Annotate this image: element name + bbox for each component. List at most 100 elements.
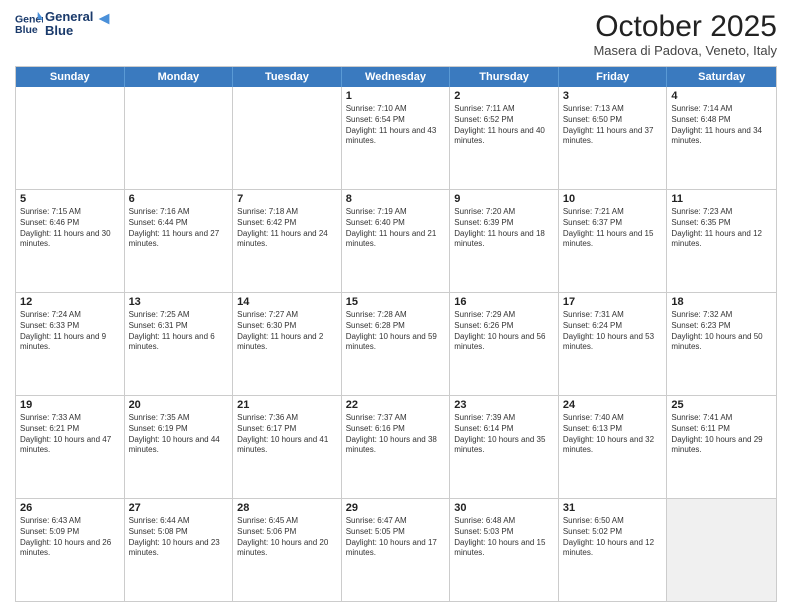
calendar-cell: 12Sunrise: 7:24 AMSunset: 6:33 PMDayligh…: [16, 293, 125, 395]
day-info: Sunrise: 6:45 AMSunset: 5:06 PMDaylight:…: [237, 516, 337, 559]
day-number: 16: [454, 296, 554, 308]
calendar-week-5: 26 Sunrise: 6:43 AMSunset: 5:09 PMDayligh…: [16, 499, 776, 601]
day-number: 26: [20, 502, 120, 514]
calendar-cell: 26 Sunrise: 6:43 AMSunset: 5:09 PMDayligh…: [16, 499, 125, 601]
day-info: Sunrise: 7:25 AMSunset: 6:31 PMDaylight:…: [129, 310, 229, 353]
day-info: Sunrise: 6:44 AMSunset: 5:08 PMDaylight:…: [129, 516, 229, 559]
calendar-cell: 1Sunrise: 7:10 AMSunset: 6:54 PMDaylight…: [342, 87, 451, 189]
day-header-thursday: Thursday: [450, 67, 559, 87]
day-info: Sunrise: 6:47 AMSunset: 5:05 PMDaylight:…: [346, 516, 446, 559]
calendar-cell: 29 Sunrise: 6:47 AMSunset: 5:05 PMDayligh…: [342, 499, 451, 601]
calendar-cell: 8 Sunrise: 7:19 AMSunset: 6:40 PMDaylight…: [342, 190, 451, 292]
calendar-body: 1Sunrise: 7:10 AMSunset: 6:54 PMDaylight…: [16, 87, 776, 601]
day-number: 24: [563, 399, 663, 411]
logo: General Blue General Blue: [15, 10, 113, 39]
calendar-cell: 19 Sunrise: 7:33 AMSunset: 6:21 PMDayligh…: [16, 396, 125, 498]
day-info: Sunrise: 7:14 AMSunset: 6:48 PMDaylight:…: [671, 104, 772, 147]
calendar-cell: 5Sunrise: 7:15 AMSunset: 6:46 PMDaylight…: [16, 190, 125, 292]
day-info: Sunrise: 7:39 AMSunset: 6:14 PMDaylight:…: [454, 413, 554, 456]
day-info: Sunrise: 7:31 AMSunset: 6:24 PMDaylight:…: [563, 310, 663, 353]
day-info: Sunrise: 7:18 AMSunset: 6:42 PMDaylight:…: [237, 207, 337, 250]
calendar-cell: 16 Sunrise: 7:29 AMSunset: 6:26 PMDayligh…: [450, 293, 559, 395]
calendar-cell: 23 Sunrise: 7:39 AMSunset: 6:14 PMDayligh…: [450, 396, 559, 498]
day-info: Sunrise: 7:28 AMSunset: 6:28 PMDaylight:…: [346, 310, 446, 353]
calendar-cell: [233, 87, 342, 189]
calendar-cell: 13 Sunrise: 7:25 AMSunset: 6:31 PMDayligh…: [125, 293, 234, 395]
day-info: Sunrise: 7:13 AMSunset: 6:50 PMDaylight:…: [563, 104, 663, 147]
day-info: Sunrise: 7:35 AMSunset: 6:19 PMDaylight:…: [129, 413, 229, 456]
day-number: 8: [346, 193, 446, 205]
page-header: General Blue General Blue October 2025 M…: [15, 10, 777, 58]
calendar-cell: 17 Sunrise: 7:31 AMSunset: 6:24 PMDayligh…: [559, 293, 668, 395]
calendar-cell: 30 Sunrise: 6:48 AMSunset: 5:03 PMDayligh…: [450, 499, 559, 601]
day-header-wednesday: Wednesday: [342, 67, 451, 87]
calendar-cell: 27 Sunrise: 6:44 AMSunset: 5:08 PMDayligh…: [125, 499, 234, 601]
day-number: 13: [129, 296, 229, 308]
calendar-cell: [667, 499, 776, 601]
day-number: 9: [454, 193, 554, 205]
day-number: 1: [346, 90, 446, 102]
day-info: Sunrise: 7:11 AMSunset: 6:52 PMDaylight:…: [454, 104, 554, 147]
calendar-cell: 15 Sunrise: 7:28 AMSunset: 6:28 PMDayligh…: [342, 293, 451, 395]
day-info: Sunrise: 7:33 AMSunset: 6:21 PMDaylight:…: [20, 413, 120, 456]
day-info: Sunrise: 7:19 AMSunset: 6:40 PMDaylight:…: [346, 207, 446, 250]
logo-arrow-icon: [95, 10, 113, 28]
logo-line1: General: [45, 10, 93, 24]
calendar-cell: 24 Sunrise: 7:40 AMSunset: 6:13 PMDayligh…: [559, 396, 668, 498]
day-info: Sunrise: 7:15 AMSunset: 6:46 PMDaylight:…: [20, 207, 120, 250]
calendar-cell: 9Sunrise: 7:20 AMSunset: 6:39 PMDaylight…: [450, 190, 559, 292]
day-number: 30: [454, 502, 554, 514]
day-header-monday: Monday: [125, 67, 234, 87]
day-number: 4: [671, 90, 772, 102]
day-header-sunday: Sunday: [16, 67, 125, 87]
title-block: October 2025 Masera di Padova, Veneto, I…: [593, 10, 777, 58]
day-info: Sunrise: 7:32 AMSunset: 6:23 PMDaylight:…: [671, 310, 772, 353]
day-number: 11: [671, 193, 772, 205]
day-number: 14: [237, 296, 337, 308]
location-subtitle: Masera di Padova, Veneto, Italy: [593, 43, 777, 58]
calendar-cell: 25 Sunrise: 7:41 AMSunset: 6:11 PMDayligh…: [667, 396, 776, 498]
day-info: Sunrise: 7:36 AMSunset: 6:17 PMDaylight:…: [237, 413, 337, 456]
day-number: 18: [671, 296, 772, 308]
day-number: 29: [346, 502, 446, 514]
month-title: October 2025: [593, 10, 777, 43]
day-info: Sunrise: 6:48 AMSunset: 5:03 PMDaylight:…: [454, 516, 554, 559]
logo-line2: Blue: [45, 24, 93, 38]
calendar: SundayMondayTuesdayWednesdayThursdayFrid…: [15, 66, 777, 602]
calendar-cell: 3Sunrise: 7:13 AMSunset: 6:50 PMDaylight…: [559, 87, 668, 189]
calendar-page: General Blue General Blue October 2025 M…: [0, 0, 792, 612]
calendar-cell: 2 Sunrise: 7:11 AMSunset: 6:52 PMDaylight…: [450, 87, 559, 189]
day-number: 15: [346, 296, 446, 308]
calendar-week-1: 1Sunrise: 7:10 AMSunset: 6:54 PMDaylight…: [16, 87, 776, 190]
svg-text:Blue: Blue: [15, 24, 38, 36]
calendar-cell: 31 Sunrise: 6:50 AMSunset: 5:02 PMDayligh…: [559, 499, 668, 601]
day-number: 27: [129, 502, 229, 514]
day-info: Sunrise: 7:37 AMSunset: 6:16 PMDaylight:…: [346, 413, 446, 456]
day-info: Sunrise: 7:21 AMSunset: 6:37 PMDaylight:…: [563, 207, 663, 250]
day-info: Sunrise: 7:40 AMSunset: 6:13 PMDaylight:…: [563, 413, 663, 456]
calendar-week-4: 19 Sunrise: 7:33 AMSunset: 6:21 PMDayligh…: [16, 396, 776, 499]
calendar-cell: 7Sunrise: 7:18 AMSunset: 6:42 PMDaylight…: [233, 190, 342, 292]
day-number: 28: [237, 502, 337, 514]
day-number: 31: [563, 502, 663, 514]
day-header-friday: Friday: [559, 67, 668, 87]
day-info: Sunrise: 7:23 AMSunset: 6:35 PMDaylight:…: [671, 207, 772, 250]
day-info: Sunrise: 7:29 AMSunset: 6:26 PMDaylight:…: [454, 310, 554, 353]
day-number: 19: [20, 399, 120, 411]
day-number: 17: [563, 296, 663, 308]
day-number: 25: [671, 399, 772, 411]
day-number: 22: [346, 399, 446, 411]
day-number: 2: [454, 90, 554, 102]
day-info: Sunrise: 7:41 AMSunset: 6:11 PMDaylight:…: [671, 413, 772, 456]
calendar-header: SundayMondayTuesdayWednesdayThursdayFrid…: [16, 67, 776, 87]
calendar-cell: 10Sunrise: 7:21 AMSunset: 6:37 PMDayligh…: [559, 190, 668, 292]
calendar-cell: 11 Sunrise: 7:23 AMSunset: 6:35 PMDayligh…: [667, 190, 776, 292]
day-info: Sunrise: 6:50 AMSunset: 5:02 PMDaylight:…: [563, 516, 663, 559]
day-info: Sunrise: 7:24 AMSunset: 6:33 PMDaylight:…: [20, 310, 120, 353]
day-info: Sunrise: 6:43 AMSunset: 5:09 PMDaylight:…: [20, 516, 120, 559]
calendar-cell: 14Sunrise: 7:27 AMSunset: 6:30 PMDayligh…: [233, 293, 342, 395]
day-info: Sunrise: 7:16 AMSunset: 6:44 PMDaylight:…: [129, 207, 229, 250]
calendar-cell: [125, 87, 234, 189]
day-number: 23: [454, 399, 554, 411]
calendar-cell: 4 Sunrise: 7:14 AMSunset: 6:48 PMDaylight…: [667, 87, 776, 189]
